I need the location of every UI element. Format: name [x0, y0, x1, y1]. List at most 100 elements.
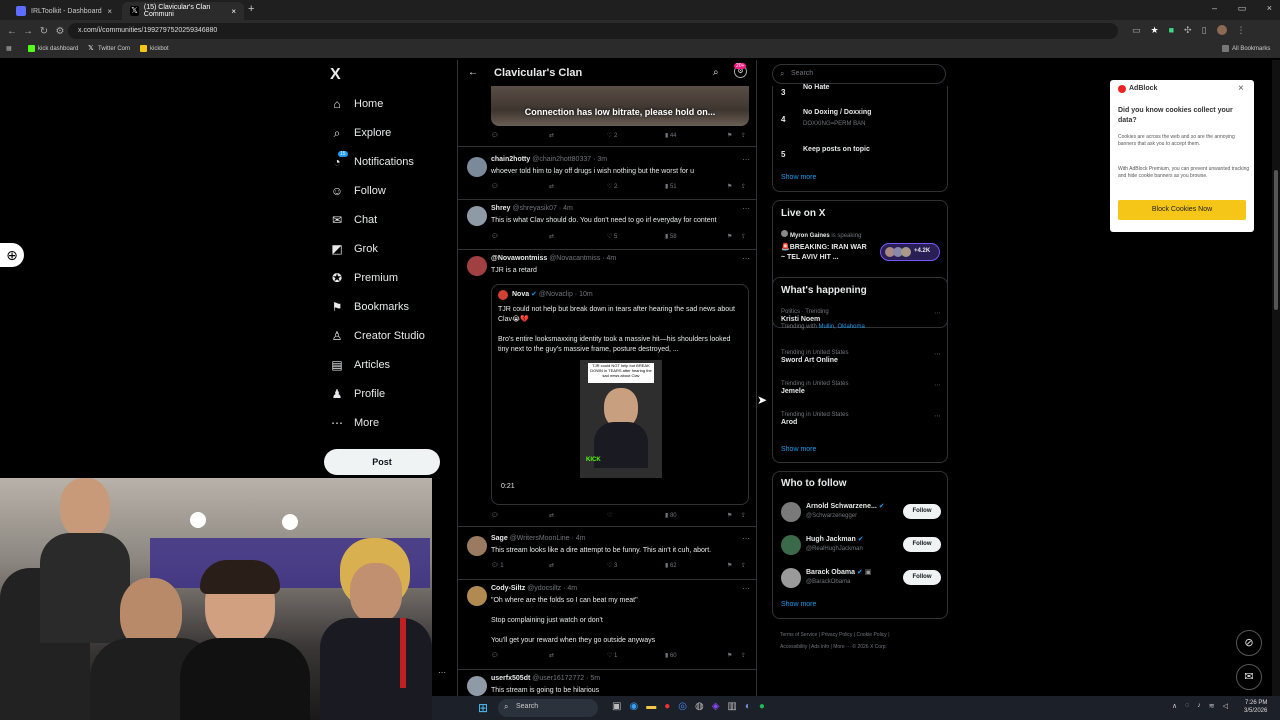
- share-icon[interactable]: ⇪: [741, 652, 746, 659]
- avatar[interactable]: [467, 536, 487, 556]
- extensions-puzzle-icon[interactable]: ✣: [1184, 25, 1192, 36]
- app-icon[interactable]: ◍: [695, 701, 704, 712]
- back-arrow-icon[interactable]: ←: [468, 67, 478, 78]
- sidebar-icon[interactable]: ▯: [1202, 25, 1207, 36]
- like-icon[interactable]: ♡ 3: [607, 562, 617, 569]
- views-icon[interactable]: ▮ 60: [665, 652, 677, 659]
- bookmark-icon[interactable]: ⚑: [727, 562, 732, 569]
- follow-button[interactable]: Follow: [903, 537, 941, 552]
- edge-icon[interactable]: ◉: [629, 701, 638, 712]
- new-tab-button[interactable]: +: [248, 3, 254, 15]
- follow-button[interactable]: Follow: [903, 504, 941, 519]
- file-explorer-icon[interactable]: ▬: [646, 701, 656, 712]
- footer-link[interactable]: More ···: [833, 644, 851, 650]
- tweet[interactable]: chain2hotty @chain2hott80337 · 3m ⋯ whoe…: [458, 151, 756, 200]
- forward-icon[interactable]: →: [20, 26, 36, 37]
- sidebar-item-profile[interactable]: ♟ Profile: [330, 387, 386, 401]
- views-icon[interactable]: ▮ 58: [665, 233, 677, 240]
- tweet-media[interactable]: Connection has low bitrate, please hold …: [491, 86, 749, 126]
- sidebar-item-articles[interactable]: ▤ Articles: [330, 358, 390, 372]
- chrome-icon[interactable]: ◎: [678, 701, 687, 712]
- close-tab-icon[interactable]: ×: [107, 7, 112, 16]
- reload-icon[interactable]: ↻: [36, 26, 52, 37]
- discord-icon[interactable]: ◐: [745, 701, 751, 712]
- trend-item[interactable]: Trending in United States Jemele ⋯: [781, 381, 941, 395]
- tweet[interactable]: Cody-Siltz @ydocsiltz · 4m ⋯ "Oh where a…: [458, 580, 756, 670]
- live-headline[interactable]: 🚨BREAKING: IRAN WAR ~ TEL AVIV HIT ...: [781, 243, 869, 263]
- trend-item[interactable]: Trending in United States Arod ⋯: [781, 412, 941, 426]
- footer-link[interactable]: Ads info: [811, 644, 829, 650]
- more-options-icon[interactable]: ⋯: [438, 668, 446, 677]
- bookmark-kick-dashboard[interactable]: kick dashboard: [28, 45, 78, 52]
- magnifier-widget-icon[interactable]: ⊕: [0, 243, 24, 267]
- tweet-author[interactable]: chain2hotty: [491, 156, 530, 163]
- share-icon[interactable]: ⇪: [741, 233, 746, 240]
- follow-suggestion[interactable]: Barack Obama ✔ ▣ @BarackObama Follow: [773, 566, 949, 590]
- avatar[interactable]: [467, 676, 487, 696]
- live-host[interactable]: Myron Gaines: [790, 233, 830, 239]
- retweet-icon[interactable]: ⇄: [549, 652, 554, 659]
- show-more-link[interactable]: Show more: [781, 446, 816, 453]
- sidebar-item-follow[interactable]: ☺ Follow: [330, 184, 386, 198]
- sidebar-item-home[interactable]: ⌂ Home: [330, 97, 383, 111]
- tray-expand-icon[interactable]: ∧: [1172, 702, 1177, 710]
- extension-icon[interactable]: ■: [1169, 25, 1174, 36]
- bookmark-icon[interactable]: ⚑: [727, 132, 732, 139]
- apps-grid-icon[interactable]: ▦: [6, 45, 12, 52]
- sidebar-item-more[interactable]: ⋯ More: [330, 416, 379, 430]
- tab-irltoolkit[interactable]: IRLToolkit - Dashboard ×: [8, 2, 120, 20]
- more-options-icon[interactable]: ⋯: [742, 534, 750, 543]
- sidebar-item-notifications[interactable]: ◔ 15 Notifications: [330, 151, 414, 169]
- views-icon[interactable]: ▮ 62: [665, 562, 677, 569]
- tweet[interactable]: userfx505dt @user16172772 · 5m This stre…: [458, 670, 756, 696]
- more-options-icon[interactable]: ⋯: [934, 412, 941, 420]
- more-options-icon[interactable]: ⋯: [934, 309, 941, 317]
- retweet-icon[interactable]: ⇄: [549, 233, 554, 240]
- share-icon[interactable]: ⇪: [741, 562, 746, 569]
- views-icon[interactable]: ▮ 51: [665, 183, 677, 190]
- sidebar-item-explore[interactable]: ⌕ Explore: [330, 126, 392, 140]
- close-window-button[interactable]: ×: [1267, 3, 1272, 14]
- follow-button[interactable]: Follow: [903, 570, 941, 585]
- network-icon[interactable]: ◌: [1185, 702, 1189, 710]
- scrollbar-thumb[interactable]: [1274, 170, 1278, 310]
- bookmark-twitter-com[interactable]: 𝕏 Twitter Com: [88, 45, 130, 52]
- show-more-link[interactable]: Show more: [781, 601, 816, 608]
- footer-link[interactable]: Terms of Service: [780, 632, 817, 638]
- like-icon[interactable]: ♡ 1: [607, 652, 617, 659]
- tweet-author[interactable]: Sage: [491, 535, 508, 542]
- url-input[interactable]: x.com/i/communities/1992797520259346880: [68, 23, 1118, 39]
- bookmark-icon[interactable]: ⚑: [727, 512, 732, 519]
- site-info-icon[interactable]: ⚙: [52, 26, 68, 37]
- more-options-icon[interactable]: ⋯: [934, 381, 941, 389]
- app-icon[interactable]: ●: [664, 701, 670, 712]
- avatar[interactable]: [467, 157, 487, 177]
- sidebar-item-grok[interactable]: ◩ Grok: [330, 242, 378, 256]
- minimize-button[interactable]: –: [1212, 3, 1217, 14]
- share-icon[interactable]: ⇪: [741, 132, 746, 139]
- back-icon[interactable]: ←: [4, 26, 20, 37]
- more-options-icon[interactable]: ⋯: [742, 155, 750, 164]
- like-icon[interactable]: ♡ 5: [607, 233, 617, 240]
- all-bookmarks[interactable]: All Bookmarks: [1222, 45, 1270, 52]
- profile-avatar[interactable]: [1216, 25, 1227, 35]
- more-options-icon[interactable]: ⋯: [742, 204, 750, 213]
- x-logo-icon[interactable]: X: [330, 66, 341, 84]
- reply-icon[interactable]: 💬︎: [491, 512, 499, 519]
- avatar[interactable]: [467, 206, 487, 226]
- tweet-author[interactable]: Shrey: [491, 205, 510, 212]
- sidebar-item-creator-studio[interactable]: ♙ Creator Studio: [330, 329, 425, 343]
- like-icon[interactable]: ♡ 2: [607, 183, 617, 190]
- clock[interactable]: 7:26 PM 3/5/2026: [1244, 699, 1267, 715]
- app-icon[interactable]: ▥: [727, 701, 736, 712]
- menu-icon[interactable]: ⋮: [1237, 25, 1246, 36]
- bookmark-icon[interactable]: ⚑: [727, 233, 732, 240]
- bookmark-kickbot[interactable]: kickbot: [140, 45, 169, 52]
- cast-icon[interactable]: ▭: [1132, 25, 1141, 36]
- show-more-link[interactable]: Show more: [781, 174, 816, 181]
- community-feed[interactable]: ← Clavicular's Clan ⌕ ⚙ 20+ Connection h…: [457, 60, 757, 696]
- reply-icon[interactable]: 💬︎: [491, 183, 499, 190]
- live-listeners[interactable]: +4.2K: [880, 243, 940, 261]
- reply-icon[interactable]: 💬︎: [491, 652, 499, 659]
- page-scrollbar[interactable]: [1272, 60, 1280, 696]
